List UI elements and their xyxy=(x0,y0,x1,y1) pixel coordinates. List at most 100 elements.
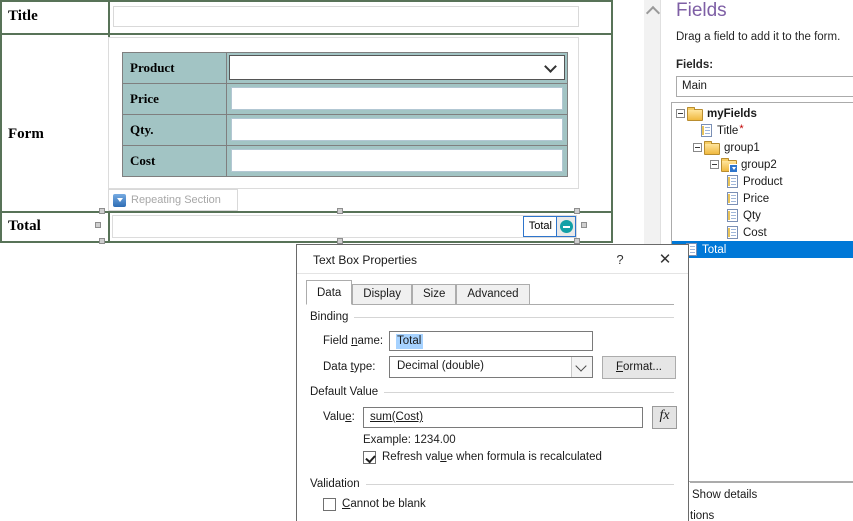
tab-display[interactable]: Display xyxy=(352,284,413,304)
repeating-table-row: Qty. xyxy=(123,115,567,146)
repeating-overlay-icon xyxy=(729,163,738,173)
example-text: Example: 1234.00 xyxy=(363,434,456,446)
dialog-title: Text Box Properties xyxy=(313,253,418,267)
tree-item-title[interactable]: Title * xyxy=(672,122,853,139)
dialog-tab-strip: Data Display Size Advanced xyxy=(306,280,674,305)
repeating-section-icon xyxy=(113,193,126,207)
tree-item-myfields[interactable]: myFields xyxy=(672,105,853,122)
field-name-input[interactable]: Total xyxy=(389,331,593,351)
value-formula: sum(Cost) xyxy=(370,411,424,423)
tree-item-label: Product xyxy=(743,175,783,188)
product-label: Product xyxy=(123,53,227,83)
selection-handle[interactable] xyxy=(337,208,343,214)
tree-item-price[interactable]: Price xyxy=(672,190,853,207)
tree-item-label: group1 xyxy=(724,141,760,154)
repeating-group-folder-icon xyxy=(721,157,738,173)
expander-minus-icon[interactable] xyxy=(676,109,685,118)
refresh-value-checkbox[interactable] xyxy=(363,451,376,464)
repeating-section-tab[interactable]: Repeating Section xyxy=(108,189,238,211)
actions-label-clipped: tions xyxy=(690,510,715,521)
cannot-be-blank-label: Cannot be blank xyxy=(342,498,426,510)
tree-item-label: group2 xyxy=(741,158,777,171)
data-source-dropdown[interactable]: Main xyxy=(676,76,853,97)
selection-handle[interactable] xyxy=(99,238,105,244)
tree-item-total[interactable]: Total xyxy=(672,241,853,258)
formula-indicator-icon xyxy=(559,220,573,233)
refresh-value-label: Refresh value when formula is recalculat… xyxy=(382,451,602,463)
tab-advanced[interactable]: Advanced xyxy=(456,284,530,304)
total-field-badge-label: Total xyxy=(523,217,556,236)
cost-input[interactable] xyxy=(231,149,563,172)
folder-icon xyxy=(687,106,703,121)
pane-divider xyxy=(690,482,853,483)
tree-item-qty[interactable]: Qty xyxy=(672,207,853,224)
folder-icon xyxy=(704,140,720,155)
total-row-label: Total xyxy=(8,218,41,234)
repeating-table-row: Product xyxy=(123,53,567,84)
validation-group-label: Validation xyxy=(310,478,366,490)
selection-handle[interactable] xyxy=(99,208,105,214)
product-dropdown[interactable] xyxy=(229,55,565,80)
fx-button[interactable]: fx xyxy=(652,406,677,429)
fx-icon: fx xyxy=(659,408,670,423)
data-type-dropdown[interactable]: Decimal (double) xyxy=(389,356,593,378)
field-icon xyxy=(701,124,712,137)
tree-item-label: Title xyxy=(717,124,739,137)
tree-item-label: Cost xyxy=(743,226,767,239)
format-button[interactable]: Format... xyxy=(602,356,676,379)
expander-minus-icon[interactable] xyxy=(710,160,719,169)
expander-minus-icon[interactable] xyxy=(693,143,702,152)
total-textbox[interactable]: Total xyxy=(112,215,577,238)
binding-group-line xyxy=(310,317,674,318)
tree-item-group1[interactable]: group1 xyxy=(672,139,853,156)
help-icon[interactable]: ? xyxy=(612,252,628,267)
title-textbox[interactable] xyxy=(113,6,579,27)
qty-label: Qty. xyxy=(123,115,227,145)
tree-item-label: Price xyxy=(743,192,770,205)
default-value-group-label: Default Value xyxy=(310,386,385,398)
data-type-value: Decimal (double) xyxy=(397,360,484,372)
binding-group-label: Binding xyxy=(310,311,355,323)
required-asterisk: * xyxy=(739,122,744,135)
total-field-badge: Total xyxy=(522,216,576,237)
tree-item-label: Qty xyxy=(743,209,761,222)
titlebar-divider xyxy=(297,273,688,274)
dropdown-button[interactable] xyxy=(571,357,592,377)
field-icon xyxy=(727,226,738,239)
tab-size[interactable]: Size xyxy=(412,284,457,304)
table-row-divider xyxy=(2,211,611,213)
repeating-table-row: Cost xyxy=(123,146,567,177)
formula-indicator-cell[interactable] xyxy=(556,217,575,236)
infopath-designer-window: Title Form Total Product Price Qty. Cost Re… xyxy=(0,0,853,521)
selection-handle[interactable] xyxy=(95,222,101,228)
qty-input[interactable] xyxy=(231,118,563,141)
scroll-up-icon[interactable] xyxy=(645,5,661,21)
fields-tree: myFields Title * group1 group2 Product Price Qt… xyxy=(671,102,853,482)
data-type-label: Data type: xyxy=(323,361,376,373)
tree-item-label: myFields xyxy=(707,107,757,120)
field-icon xyxy=(727,192,738,205)
price-label: Price xyxy=(123,84,227,114)
fields-pane-title: Fields xyxy=(676,0,727,21)
tab-data[interactable]: Data xyxy=(306,280,353,305)
value-input[interactable]: sum(Cost) xyxy=(363,407,643,428)
fields-source-label: Fields: xyxy=(676,59,714,71)
selection-handle[interactable] xyxy=(581,222,587,228)
field-icon xyxy=(727,209,738,222)
field-name-label: Field name: xyxy=(323,335,384,347)
value-label: Value: xyxy=(323,411,355,423)
text-box-properties-dialog: Text Box Properties ? ✕ Data Display Size A… xyxy=(296,244,689,521)
form-row-label: Form xyxy=(8,126,44,142)
table-row-divider xyxy=(2,33,611,35)
tree-item-group2[interactable]: group2 xyxy=(672,156,853,173)
close-icon[interactable]: ✕ xyxy=(656,250,674,268)
chevron-down-icon xyxy=(544,60,557,73)
selection-handle[interactable] xyxy=(574,208,580,214)
show-details-link[interactable]: Show details xyxy=(692,489,757,501)
tree-item-label: Total xyxy=(702,243,727,256)
tree-item-product[interactable]: Product xyxy=(672,173,853,190)
tree-item-cost[interactable]: Cost xyxy=(672,224,853,241)
repeating-fields-table: Product Price Qty. Cost xyxy=(122,52,568,177)
cannot-be-blank-checkbox[interactable] xyxy=(323,498,336,511)
price-input[interactable] xyxy=(231,87,563,110)
